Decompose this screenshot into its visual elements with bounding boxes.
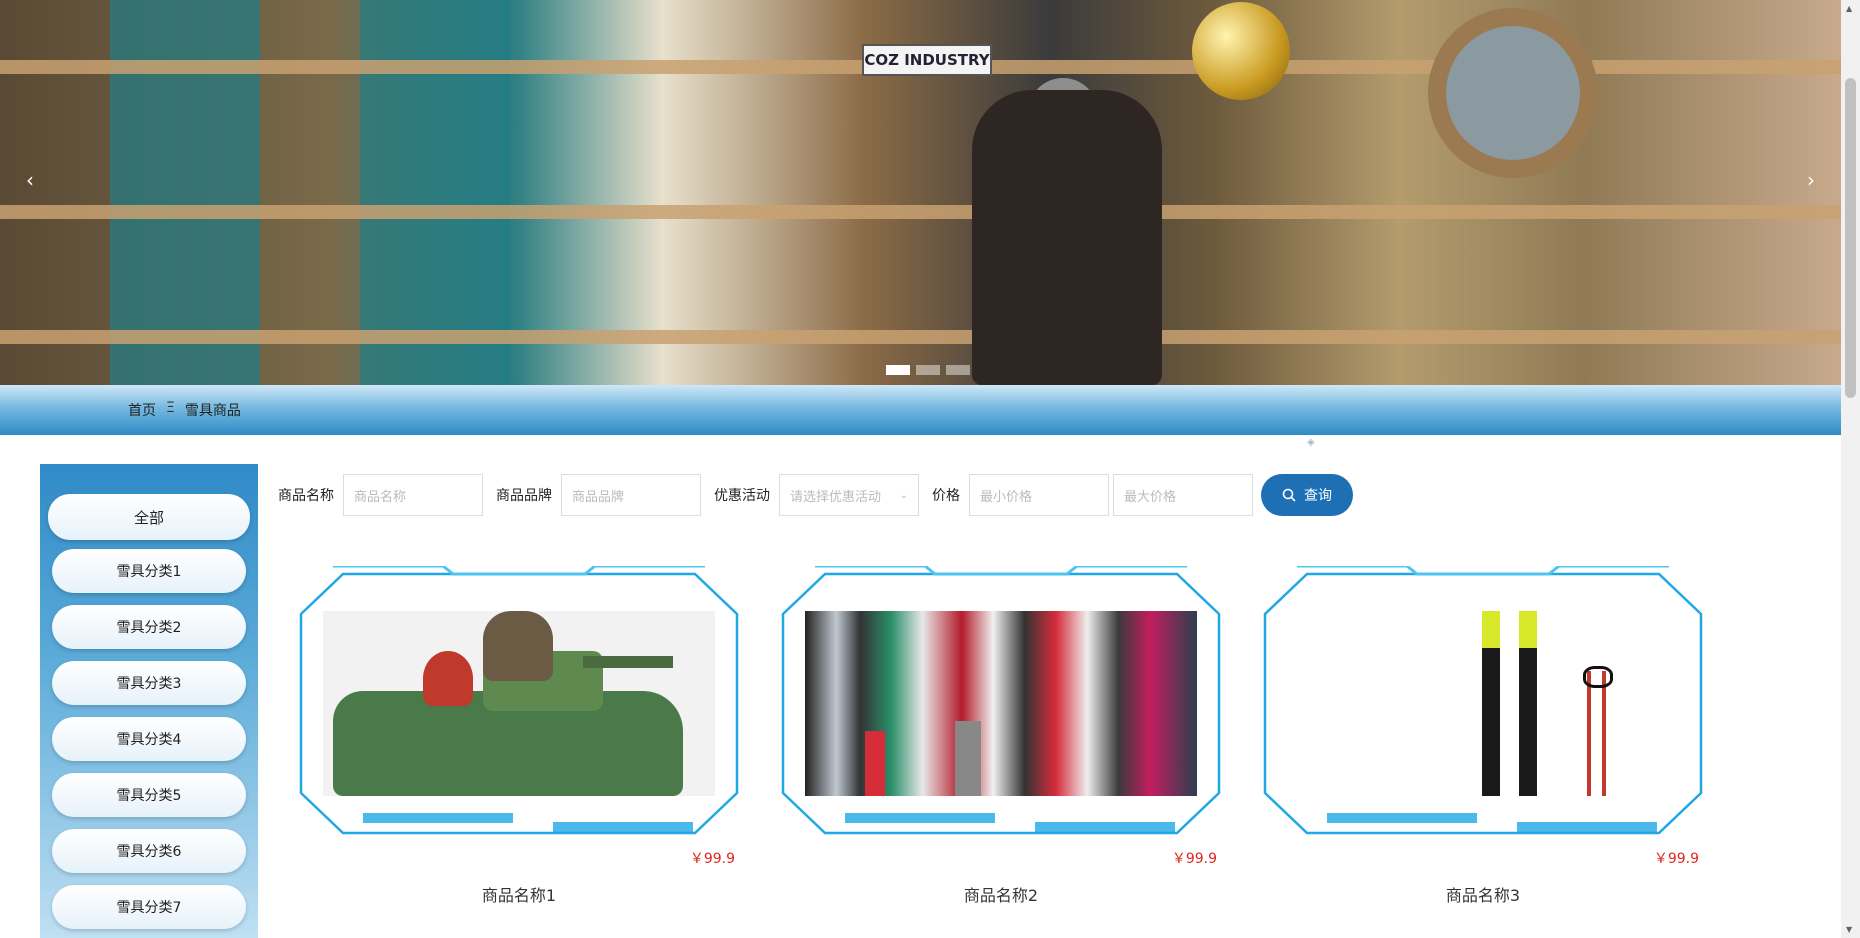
- scrollbar-thumb[interactable]: [1845, 78, 1856, 398]
- banner-shelf: [0, 330, 1841, 344]
- promo-select[interactable]: 请选择优惠活动 ⌄: [779, 474, 919, 516]
- chevron-down-icon: ⌄: [899, 489, 908, 501]
- product-name[interactable]: 商品名称2: [775, 882, 1227, 906]
- product-price: ￥99.9: [689, 851, 735, 867]
- breadcrumb-separator: Ξ: [166, 400, 175, 416]
- breadcrumb-current: 雪具商品: [184, 403, 241, 419]
- name-label: 商品名称: [278, 488, 334, 504]
- product-name[interactable]: 商品名称3: [1257, 882, 1709, 906]
- search-button-label: 查询: [1304, 488, 1332, 504]
- breadcrumb: 首页 Ξ 雪具商品: [128, 400, 241, 420]
- product-image-tank[interactable]: [323, 611, 715, 796]
- scroll-down-icon[interactable]: ▼: [1846, 925, 1852, 934]
- brand-input[interactable]: 商品品牌: [561, 474, 701, 516]
- name-input[interactable]: 商品名称: [343, 474, 483, 516]
- carousel-dot[interactable]: [946, 365, 970, 375]
- category-item[interactable]: 雪具分类7: [52, 885, 246, 929]
- category-item[interactable]: 雪具分类6: [52, 829, 246, 873]
- search-button[interactable]: 查询: [1261, 474, 1353, 516]
- banner-wall: [360, 0, 510, 385]
- carousel-dot[interactable]: [886, 365, 910, 375]
- product-name[interactable]: 商品名称1: [293, 882, 745, 906]
- max-price-input[interactable]: 最大价格: [1113, 474, 1253, 516]
- brand-label: 商品品牌: [496, 488, 552, 504]
- banner-shelf: [0, 205, 1841, 219]
- hero-banner[interactable]: COZ INDUSTRY ‹ ›: [0, 0, 1841, 385]
- category-item[interactable]: 雪具分类5: [52, 773, 246, 817]
- category-item[interactable]: 雪具分类1: [52, 549, 246, 593]
- disco-ball: [1192, 2, 1290, 100]
- product-image-skis-poles[interactable]: [1287, 611, 1679, 796]
- chevron-left-icon[interactable]: ‹: [26, 168, 34, 192]
- carousel-dot[interactable]: [916, 365, 940, 375]
- category-item[interactable]: 雪具分类4: [52, 717, 246, 761]
- shopper-figure: [972, 90, 1162, 385]
- promo-select-value: 请选择优惠活动: [790, 489, 882, 505]
- breadcrumb-bar: 首页 Ξ 雪具商品: [0, 385, 1841, 435]
- product-card[interactable]: ￥99.9 商品名称1: [293, 566, 745, 906]
- promo-label: 优惠活动: [714, 488, 770, 504]
- product-card[interactable]: ￥99.9 商品名称2: [775, 566, 1227, 906]
- decoration-icon: ◈: [1307, 437, 1315, 448]
- category-sidebar: 全部 雪具分类1 雪具分类2 雪具分类3 雪具分类4 雪具分类5 雪具分类6 雪…: [40, 464, 258, 938]
- banner-wall: [110, 0, 260, 385]
- min-price-input[interactable]: 最小价格: [969, 474, 1109, 516]
- search-icon: [1282, 488, 1296, 502]
- shop-sign: COZ INDUSTRY: [862, 44, 992, 76]
- category-all[interactable]: 全部: [48, 494, 250, 540]
- chevron-right-icon[interactable]: ›: [1807, 168, 1815, 192]
- product-price: ￥99.9: [1171, 851, 1217, 867]
- page: COZ INDUSTRY ‹ › 首页 Ξ 雪具商品 ◈ 全部 雪具分类1 雪具…: [0, 0, 1860, 938]
- scrollbar[interactable]: ▲ ▼: [1841, 0, 1860, 938]
- round-mirror: [1428, 8, 1598, 178]
- carousel-indicators: [886, 365, 970, 375]
- product-image-skis[interactable]: [805, 611, 1197, 796]
- search-form: 商品名称 商品名称 商品品牌 商品品牌 优惠活动 请选择优惠活动 ⌄ 价格 最小…: [278, 474, 1353, 516]
- product-price: ￥99.9: [1653, 851, 1699, 867]
- category-item[interactable]: 雪具分类2: [52, 605, 246, 649]
- scroll-up-icon[interactable]: ▲: [1846, 4, 1852, 13]
- breadcrumb-home[interactable]: 首页: [128, 400, 156, 420]
- product-card[interactable]: ￥99.9 商品名称3: [1257, 566, 1709, 906]
- category-item[interactable]: 雪具分类3: [52, 661, 246, 705]
- price-label: 价格: [932, 488, 960, 504]
